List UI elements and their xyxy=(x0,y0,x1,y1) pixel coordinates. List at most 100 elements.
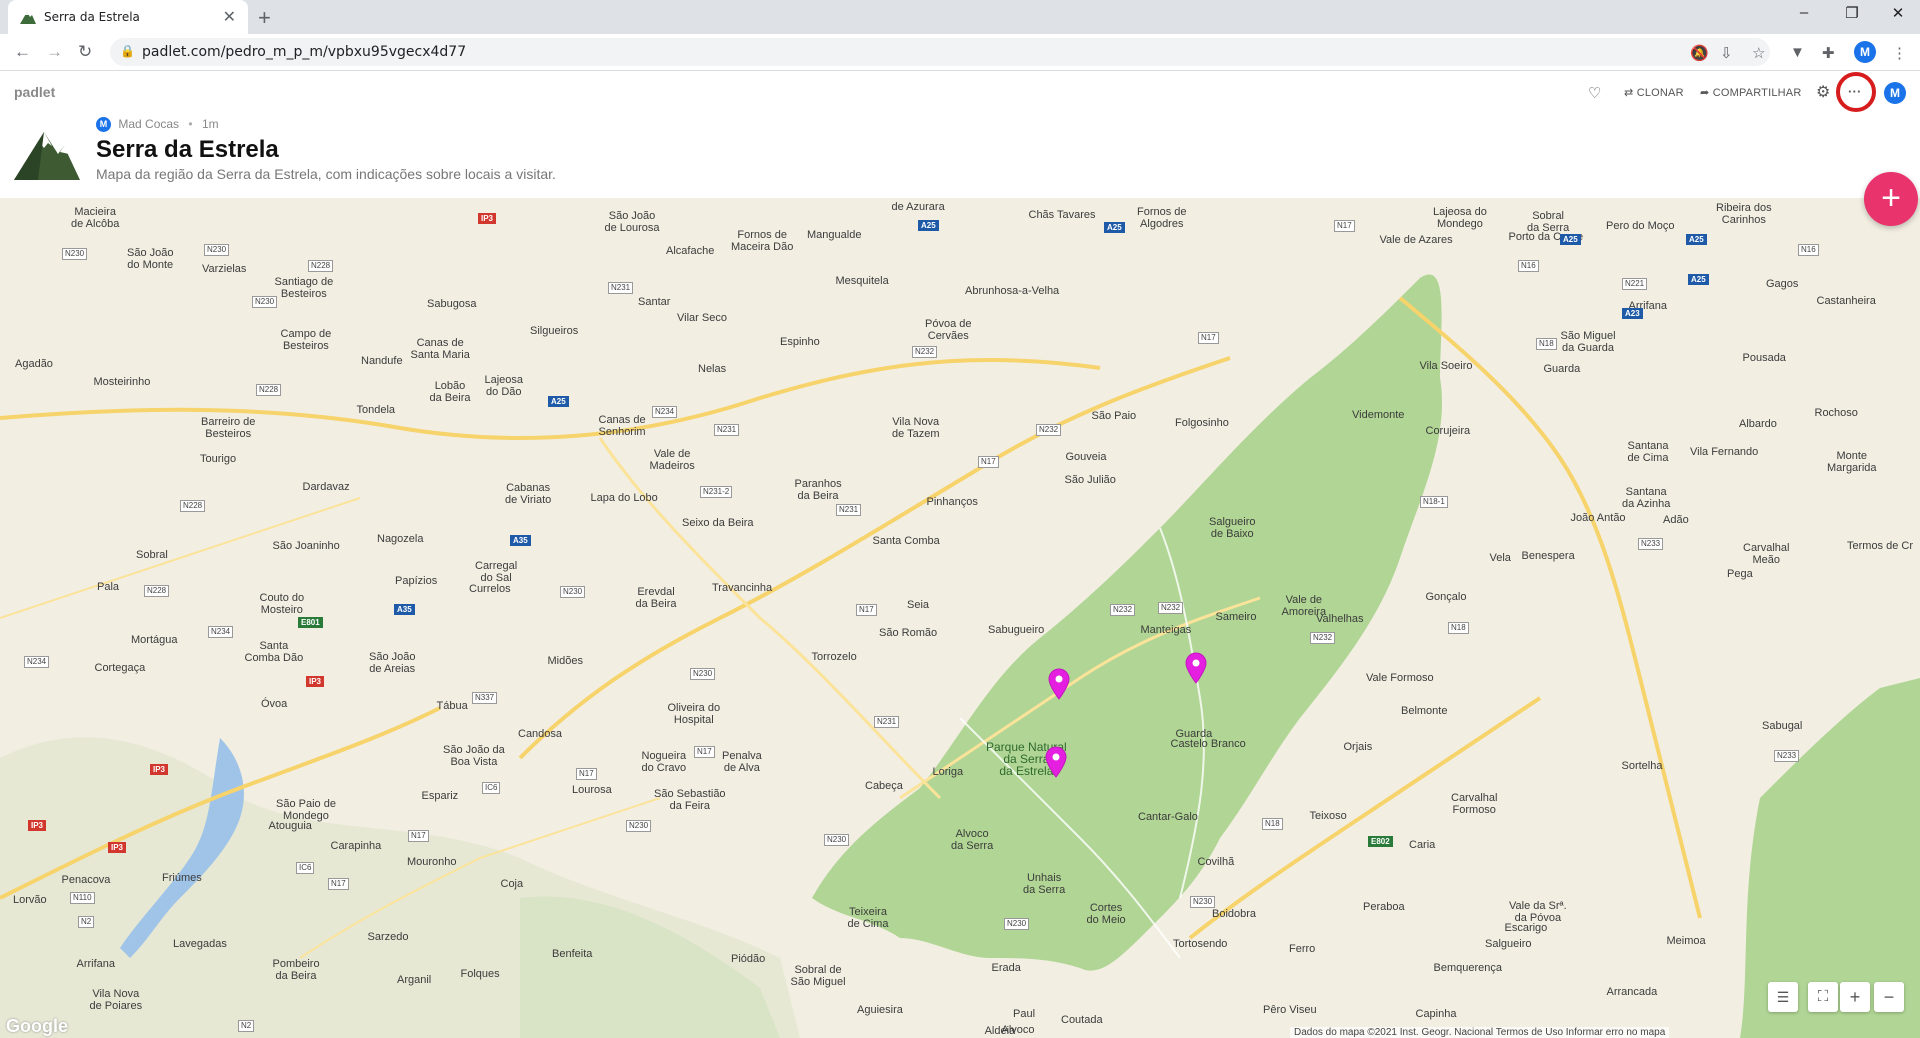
road-shield: N17 xyxy=(408,830,429,842)
map-place-label: Lavegadas xyxy=(173,938,227,950)
map-place-label: Cantar-Galo xyxy=(1138,811,1198,823)
map-place-label: Salgueiro xyxy=(1485,938,1532,950)
fullscreen-icon[interactable]: ⛶ xyxy=(1808,982,1838,1012)
location-pin[interactable] xyxy=(1047,668,1071,700)
browser-tabstrip xyxy=(0,0,1920,34)
map-place-label: Aguiesira xyxy=(857,1004,903,1016)
map-place-label: Penalva de Alva xyxy=(722,750,762,774)
back-arrow-icon[interactable]: ← xyxy=(14,42,31,62)
clone-icon: ⇄ xyxy=(1624,87,1634,99)
heart-icon[interactable]: ♡ xyxy=(1588,84,1602,102)
map-place-label: Benfeita xyxy=(552,948,593,960)
map-place-label: Bemquerença xyxy=(1433,962,1503,974)
map-place-label: Nelas xyxy=(698,363,727,375)
map-place-label: Vila Nova de Poiares xyxy=(89,988,143,1012)
map-place-label: Santiago de Besteiros xyxy=(274,276,334,300)
zoom-in-button[interactable]: + xyxy=(1840,982,1870,1012)
map-place-label: Manteigas xyxy=(1140,624,1192,636)
map-place-label: Gouveia xyxy=(1065,451,1107,463)
road-shield: N232 xyxy=(1110,604,1136,616)
map-place-label: Travancinha xyxy=(712,582,773,594)
road-shield: N231 xyxy=(836,504,862,516)
map-place-label: João Antão xyxy=(1570,512,1626,524)
map-place-label: Silgueiros xyxy=(530,325,579,337)
road-shield: N18 xyxy=(1536,338,1557,350)
map-place-label: Vila Soeiro xyxy=(1419,360,1473,372)
map-place-label: Cabanas de Viriato xyxy=(505,482,552,506)
map-place-label: Sameiro xyxy=(1215,611,1257,623)
map-place-label: Óvoa xyxy=(261,698,288,710)
road-shield: N232 xyxy=(912,346,938,358)
map-place-label: Teixoso xyxy=(1309,810,1347,822)
map-canvas[interactable]: Macieira de Alcôba São João do Monte Varziel… xyxy=(0,198,1920,1038)
map-place-label: Vilar Seco xyxy=(677,312,727,324)
extension-shield-icon[interactable]: ▼ xyxy=(1790,44,1805,61)
browser-menu-icon[interactable]: ⋮ xyxy=(1892,44,1907,62)
road-shield: N231 xyxy=(608,282,634,294)
map-place-label: Canas de Senhorim xyxy=(598,414,646,438)
url-input[interactable]: 🔒 padlet.com/pedro_m_p_m/vpbxu95vgecx4d7… xyxy=(110,38,1770,66)
map-place-label: Carvalhal Formoso xyxy=(1451,792,1498,816)
map-place-label: Santa Comba Dão xyxy=(244,640,304,664)
map-place-label: Vila Nova de Tazem xyxy=(892,416,940,440)
minimize-button[interactable]: – xyxy=(1786,4,1822,21)
map-place-label: São Joaninho xyxy=(272,540,340,552)
bookmark-star-icon[interactable]: ☆ xyxy=(1752,44,1765,62)
map-place-label: Pêro Viseu xyxy=(1263,1004,1317,1016)
map-place-label: Termos de Cr xyxy=(1847,540,1914,552)
map-attribution[interactable]: Dados do mapa ©2021 Inst. Geogr. Naciona… xyxy=(1290,1027,1670,1038)
extensions-puzzle-icon[interactable]: ✚ xyxy=(1822,44,1835,62)
road-shield: N110 xyxy=(70,892,95,904)
padlet-logo[interactable]: padlet xyxy=(14,84,55,100)
map-place-label: Santa Comba xyxy=(872,535,940,547)
road-shield: IP3 xyxy=(478,213,497,224)
map-place-label: São Paio xyxy=(1091,410,1137,422)
restore-button[interactable]: ❐ xyxy=(1834,4,1870,22)
map-place-label: Torrozelo xyxy=(811,651,857,663)
road-shield: N234 xyxy=(208,626,234,638)
map-place-label: Vale Formoso xyxy=(1366,672,1434,684)
map-place-label: Coutada xyxy=(1061,1014,1103,1026)
map-place-label: Piódão xyxy=(731,953,766,965)
location-pin[interactable] xyxy=(1044,746,1068,778)
road-shield: N231 xyxy=(714,424,740,436)
map-place-label: Boidobra xyxy=(1212,908,1257,920)
close-window-button[interactable]: ✕ xyxy=(1880,4,1916,22)
add-post-button[interactable]: + xyxy=(1864,172,1918,226)
map-place-label: Barreiro de Besteiros xyxy=(201,416,256,440)
share-button[interactable]: ➦ COMPARTILHAR xyxy=(1700,86,1801,99)
forward-arrow-icon[interactable]: → xyxy=(46,42,63,62)
map-place-label: Lourosa xyxy=(572,784,612,796)
map-place-label: Santar xyxy=(638,296,671,308)
install-app-icon[interactable]: ⇩ xyxy=(1720,44,1733,62)
road-shield: IC6 xyxy=(482,782,501,794)
location-pin[interactable] xyxy=(1184,652,1208,684)
map-place-label: Seixo da Beira xyxy=(682,517,754,529)
clone-button[interactable]: ⇄ CLONAR xyxy=(1624,86,1684,99)
map-place-label: São João da Boa Vista xyxy=(443,744,505,768)
road-shield: N228 xyxy=(180,500,206,512)
settings-gear-icon[interactable]: ⚙ xyxy=(1816,82,1831,102)
zoom-out-button[interactable]: − xyxy=(1874,982,1904,1012)
author-name[interactable]: Mad Cocas xyxy=(118,117,179,131)
more-options-button[interactable]: ··· xyxy=(1848,84,1862,99)
browser-tab[interactable]: Serra da Estrela ✕ xyxy=(8,0,248,34)
map-place-label: Albardo xyxy=(1739,418,1777,430)
road-shield: N230 xyxy=(1004,918,1030,930)
tab-close-button[interactable]: ✕ xyxy=(223,7,236,27)
new-tab-button[interactable]: + xyxy=(258,5,271,31)
notifications-blocked-icon[interactable]: 🔕 xyxy=(1690,44,1709,62)
mountain-favicon-icon xyxy=(20,12,36,24)
user-avatar[interactable]: M xyxy=(1884,82,1906,104)
map-place-label: Loriga xyxy=(932,766,964,778)
road-shield: N230 xyxy=(252,296,278,308)
reload-icon[interactable]: ↻ xyxy=(78,42,92,62)
map-place-label: Corujeira xyxy=(1425,425,1471,437)
map-place-label: Folgosinho xyxy=(1175,417,1229,429)
map-legend-button[interactable]: ☰ xyxy=(1768,982,1798,1012)
share-label: COMPARTILHAR xyxy=(1712,87,1802,99)
map-place-label: São Romão xyxy=(879,627,938,639)
browser-profile-avatar[interactable]: M xyxy=(1854,41,1876,63)
map-place-label: Valhelhas xyxy=(1316,613,1364,625)
tab-title: Serra da Estrela xyxy=(44,10,140,24)
